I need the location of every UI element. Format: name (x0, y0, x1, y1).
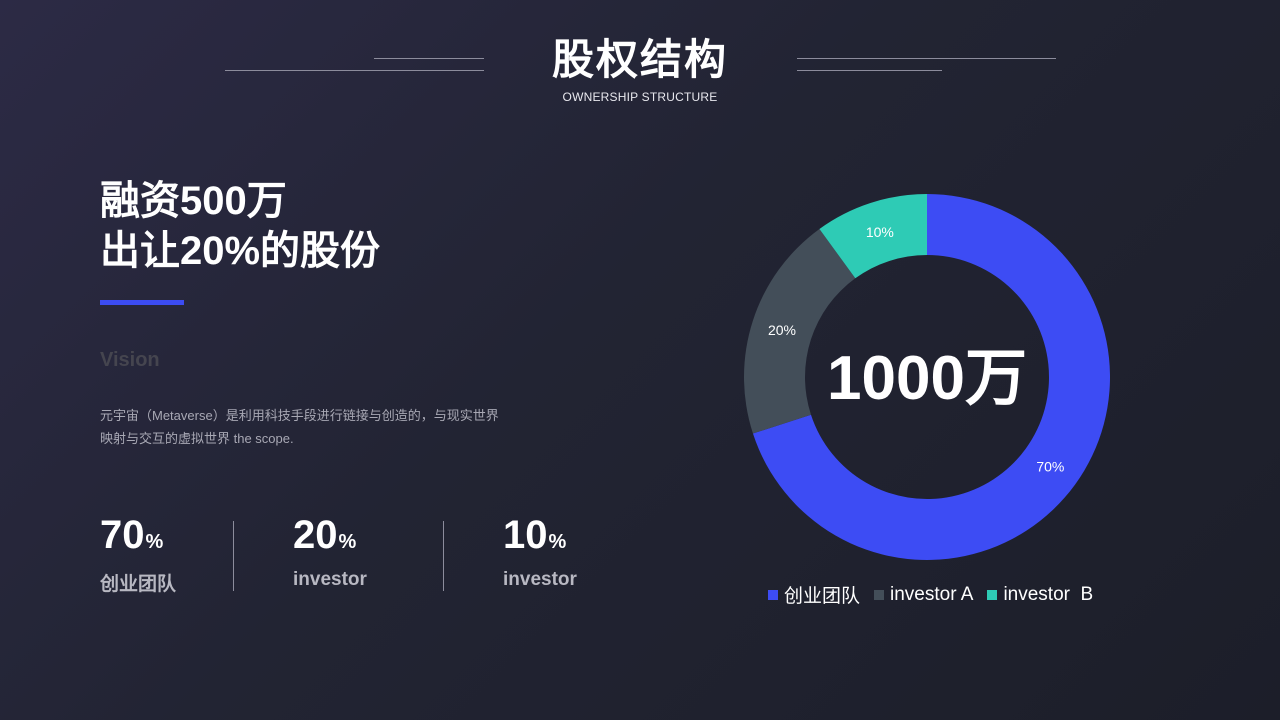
vision-label: Vision (100, 349, 160, 371)
slice-data-label: 10% (866, 224, 894, 240)
legend-swatch (987, 589, 998, 600)
stat-divider (233, 521, 234, 591)
headline-line-2: 出让20%的股份 (100, 229, 381, 273)
stat-label: 创业团队 (100, 574, 177, 595)
legend-item-investor-a: investor A (874, 584, 973, 606)
legend-label: investor A (890, 583, 974, 605)
stat-label: investor (503, 569, 577, 590)
slice-data-label: 20% (768, 322, 796, 338)
stat-investor-b: 10% investor (503, 512, 577, 591)
stat-unit: % (145, 531, 164, 553)
stat-divider (443, 521, 444, 591)
slice-data-label: 70% (1036, 459, 1064, 475)
description: 元宇宙（Metaverse）是利用科技手段进行链接与创造的，与现实世界 映射与交… (100, 404, 570, 450)
legend-label: 创业团队 (784, 586, 861, 607)
stat-value: 10% (503, 512, 577, 565)
headline-line-1: 融资500万 (100, 179, 287, 223)
stat-founding-team: 70% 创业团队 (100, 512, 176, 596)
page-title: 股权结构 (551, 36, 728, 83)
page-subtitle: OWNERSHIP STRUCTURE (562, 90, 718, 104)
stat-investor-a: 20% investor (293, 512, 367, 591)
headline: 融资500万 出让20%的股份 (100, 176, 380, 276)
stat-value: 70% (100, 512, 176, 565)
legend-swatch (768, 589, 778, 600)
stat-number: 10 (503, 513, 548, 557)
stat-label: investor (293, 569, 367, 590)
legend-item-investor-b: investor B (987, 584, 1093, 606)
stat-number: 20 (293, 513, 338, 557)
stat-number: 70 (100, 513, 145, 557)
description-line-2: 映射与交互的虚拟世界 the scope. (100, 431, 294, 446)
stat-unit: % (338, 531, 357, 553)
ownership-donut-chart: 70% 20% 10% 1000万 (744, 194, 1110, 560)
accent-bar (100, 300, 184, 305)
legend-label: investor B (1003, 583, 1094, 605)
chart-legend: 创业团队 investor A investor B (768, 581, 1107, 608)
stat-unit: % (548, 531, 567, 553)
description-line-1: 元宇宙（Metaverse）是利用科技手段进行链接与创造的，与现实世界 (100, 408, 499, 423)
donut-center-label: 1000万 (827, 344, 1027, 413)
stat-value: 20% (293, 512, 367, 565)
legend-item-founding-team: 创业团队 (768, 581, 860, 608)
legend-swatch (874, 589, 885, 600)
